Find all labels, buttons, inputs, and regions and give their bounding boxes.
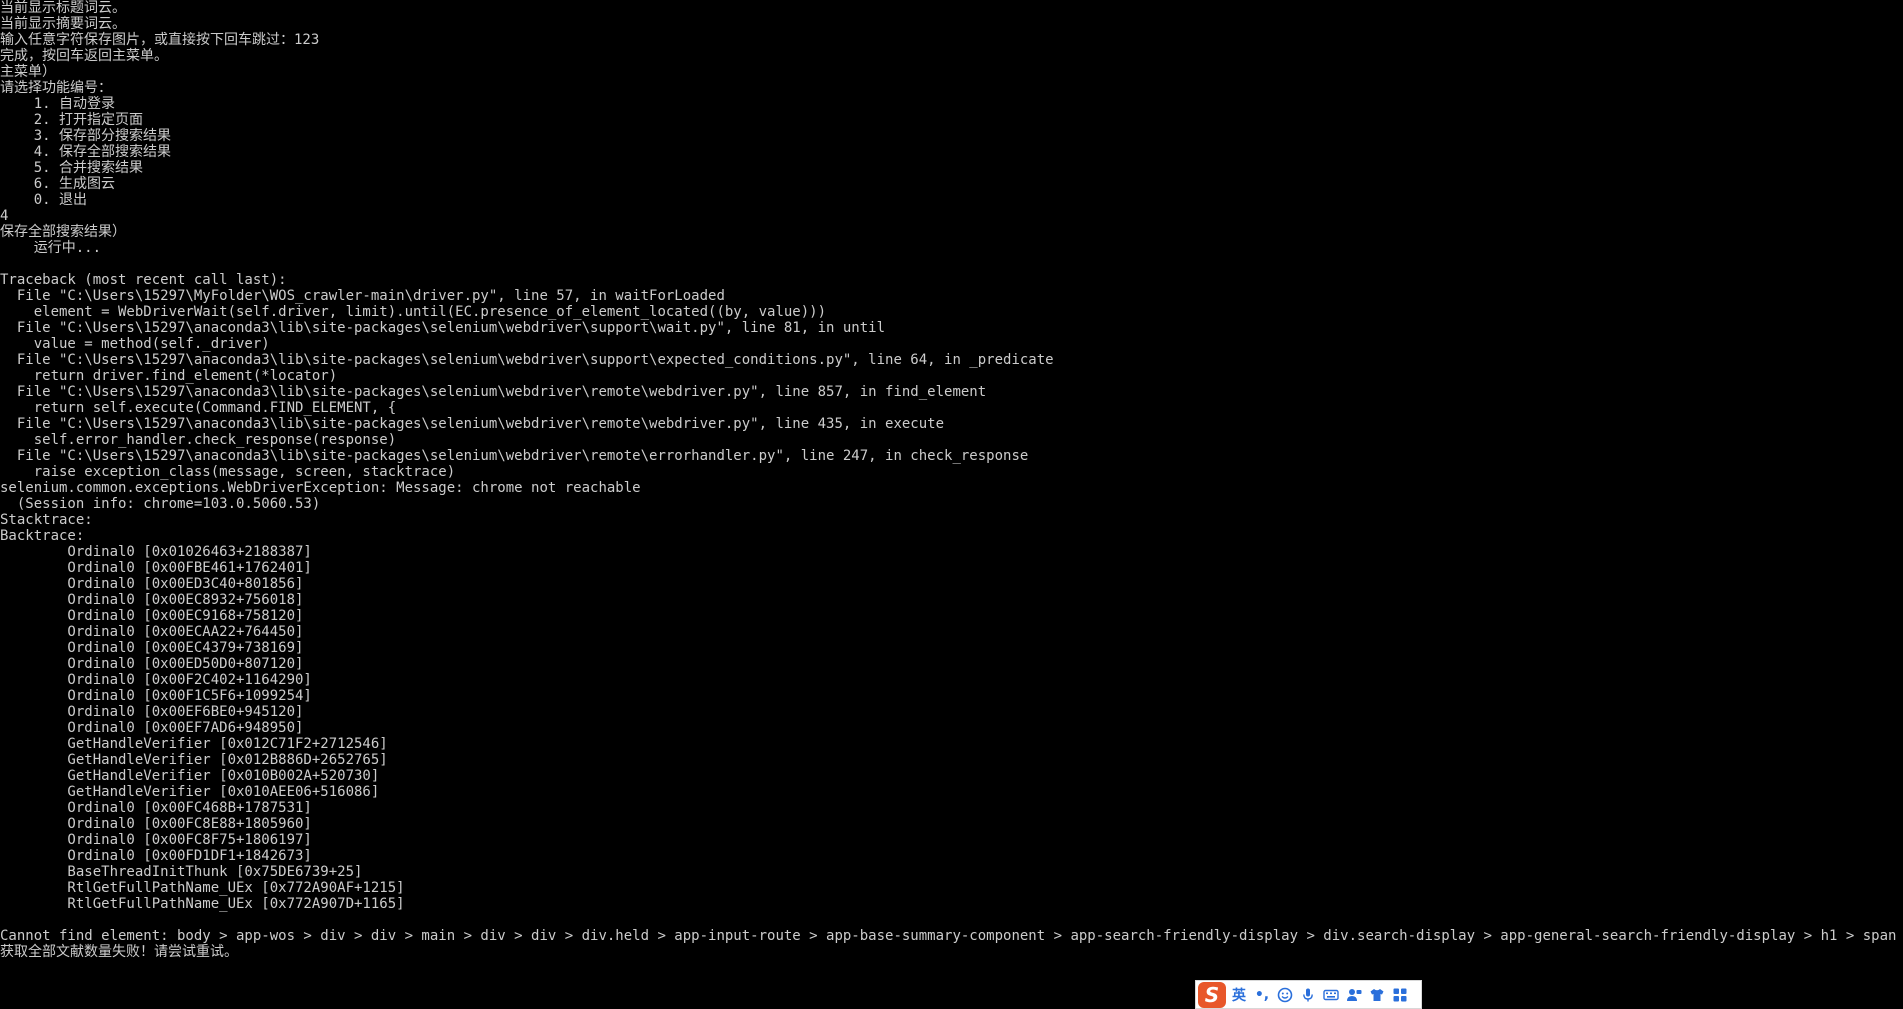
console-line: Ordinal0 [0x00ED50D0+807120] (0, 656, 304, 672)
console-line: Ordinal0 [0x00FC8E88+1805960] (0, 816, 312, 832)
console-output[interactable]: 当前显示标题词云。 当前显示摘要词云。 输入任意字符保存图片，或直接按下回车跳过：1… (0, 0, 1903, 960)
console-line: Ordinal0 [0x00F1C5F6+1099254] (0, 688, 312, 704)
console-line: RtlGetFullPathName_UEx [0x772A907D+1165] (0, 896, 405, 912)
console-line: 获取全部文献数量失败！请尝试重试。 (0, 944, 238, 960)
user-voice-icon[interactable] (1344, 984, 1364, 1006)
console-line: Cannot find element: body > app-wos > di… (0, 928, 1897, 944)
console-line: 4. 保存全部搜索结果 (0, 144, 172, 160)
console-line: Ordinal0 [0x00EF7AD6+948950] (0, 720, 304, 736)
console-line: Ordinal0 [0x00EC4379+738169] (0, 640, 304, 656)
console-line: 完成，按回车返回主菜单。 (0, 48, 168, 64)
console-line: self.error_handler.check_response(respon… (0, 432, 397, 448)
console-line: Ordinal0 [0x00FC8F75+1806197] (0, 832, 312, 848)
console-line: 请选择功能编号： (0, 80, 112, 96)
ime-toolbar[interactable]: S 英 •, (1195, 980, 1422, 1009)
console-line: Ordinal0 [0x00FC468B+1787531] (0, 800, 312, 816)
console-line: 当前显示摘要词云。 (0, 16, 126, 32)
console-line: return driver.find_element(*locator) (0, 368, 338, 384)
console-line: (Session info: chrome=103.0.5060.53) (0, 496, 321, 512)
console-line: File "C:\Users\15297\anaconda3\lib\site-… (0, 448, 1029, 464)
console-line: value = method(self._driver) (0, 336, 270, 352)
console-line: Backtrace: (0, 528, 85, 544)
ime-language-toggle[interactable]: 英 (1229, 984, 1249, 1006)
console-line: 主菜单） (0, 64, 56, 80)
console-line: 5. 合并搜索结果 (0, 160, 144, 176)
console-line: Ordinal0 [0x00EC9168+758120] (0, 608, 304, 624)
console-line: 运行中... (0, 240, 102, 256)
console-line: File "C:\Users\15297\anaconda3\lib\site-… (0, 416, 945, 432)
toolbox-icon[interactable] (1390, 984, 1410, 1006)
console-window[interactable]: 当前显示标题词云。 当前显示摘要词云。 输入任意字符保存图片，或直接按下回车跳过：1… (0, 0, 1903, 1009)
console-line: 0. 退出 (0, 192, 88, 208)
console-line: 输入任意字符保存图片，或直接按下回车跳过：123 (0, 32, 320, 48)
console-line: GetHandleVerifier [0x012B886D+2652765] (0, 752, 388, 768)
ime-punctuation-toggle[interactable]: •, (1252, 984, 1272, 1006)
console-line: 1. 自动登录 (0, 96, 116, 112)
console-line: raise exception_class(message, screen, s… (0, 464, 456, 480)
console-line: 4 (0, 208, 9, 224)
console-line: 3. 保存部分搜索结果 (0, 128, 172, 144)
console-line: selenium.common.exceptions.WebDriverExce… (0, 480, 641, 496)
console-line: Ordinal0 [0x00EF6BE0+945120] (0, 704, 304, 720)
console-line: GetHandleVerifier [0x010AEE06+516086] (0, 784, 380, 800)
console-line: GetHandleVerifier [0x012C71F2+2712546] (0, 736, 388, 752)
console-line: Ordinal0 [0x00ECAA22+764450] (0, 624, 304, 640)
keyboard-icon[interactable] (1321, 984, 1341, 1006)
console-line: Stacktrace: (0, 512, 93, 528)
console-line: 保存全部搜索结果） (0, 224, 126, 240)
console-line: return self.execute(Command.FIND_ELEMENT… (0, 400, 397, 416)
emoji-icon[interactable] (1275, 984, 1295, 1006)
microphone-icon[interactable] (1298, 984, 1318, 1006)
console-line: 6. 生成图云 (0, 176, 116, 192)
console-line: Ordinal0 [0x00ED3C40+801856] (0, 576, 304, 592)
console-line: GetHandleVerifier [0x010B002A+520730] (0, 768, 380, 784)
skin-icon[interactable] (1367, 984, 1387, 1006)
console-line: Ordinal0 [0x00F2C402+1164290] (0, 672, 312, 688)
console-line: File "C:\Users\15297\anaconda3\lib\site-… (0, 320, 886, 336)
console-line: File "C:\Users\15297\anaconda3\lib\site-… (0, 352, 1054, 368)
console-line: 2. 打开指定页面 (0, 112, 144, 128)
console-line: Ordinal0 [0x01026463+2188387] (0, 544, 312, 560)
console-line: File "C:\Users\15297\MyFolder\WOS_crawle… (0, 288, 725, 304)
console-line: Ordinal0 [0x00FD1DF1+1842673] (0, 848, 312, 864)
console-line: 当前显示标题词云。 (0, 0, 126, 16)
console-line: element = WebDriverWait(self.driver, lim… (0, 304, 827, 320)
console-line: Traceback (most recent call last): (0, 272, 287, 288)
ime-logo-icon[interactable]: S (1198, 981, 1226, 1008)
console-line: Ordinal0 [0x00FBE461+1762401] (0, 560, 312, 576)
console-line: File "C:\Users\15297\anaconda3\lib\site-… (0, 384, 987, 400)
console-line: RtlGetFullPathName_UEx [0x772A90AF+1215] (0, 880, 405, 896)
console-line: Ordinal0 [0x00EC8932+756018] (0, 592, 304, 608)
console-line: BaseThreadInitThunk [0x75DE6739+25] (0, 864, 363, 880)
